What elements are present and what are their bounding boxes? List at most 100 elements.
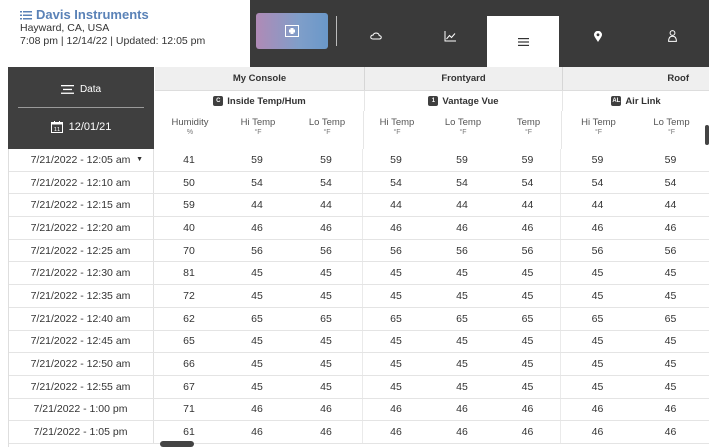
column-unit: % <box>186 129 194 136</box>
table-cell: 45 <box>390 380 402 393</box>
table-cell: 54 <box>664 176 677 189</box>
table-cell: 46 <box>390 403 402 416</box>
nav-tab-data[interactable] <box>487 16 559 67</box>
column-label: Hi Temp <box>581 117 616 128</box>
table-cell: 46 <box>251 403 263 416</box>
data-table-header: My Console Frontyard Roof C Inside Temp/… <box>155 67 709 149</box>
table-row[interactable]: 7/21/2022 - 12:15 am 59 44 44 44 44 44 44 44 <box>8 194 709 218</box>
table-cell: 56 <box>456 244 468 257</box>
column-header[interactable]: Hi Temp °F <box>562 111 635 149</box>
table-cell: 46 <box>591 426 604 439</box>
sort-caret-icon[interactable]: ▼ <box>136 156 143 163</box>
table-cell: 66 <box>183 358 195 371</box>
table-cell: 70 <box>183 244 195 257</box>
column-header[interactable]: Hi Temp °F <box>364 111 430 149</box>
table-cell: 46 <box>290 217 363 239</box>
column-label: Temp <box>516 117 541 128</box>
timestamp-text: 7/21/2022 - 12:10 am <box>30 176 131 189</box>
sensor-air-link: AL Air Link <box>563 91 709 111</box>
table-cell: 45 <box>664 289 677 302</box>
table-cell: 45 <box>456 267 468 280</box>
nav-tab-charts[interactable] <box>414 16 486 56</box>
nav-tab-weather-map[interactable] <box>256 13 328 49</box>
sensor-inside-temp-hum: C Inside Temp/Hum <box>155 91 365 111</box>
table-cell: 46 <box>664 221 677 234</box>
table-cell: 45 <box>591 289 604 302</box>
row-timestamp: 7/21/2022 - 12:45 am <box>8 330 154 353</box>
table-cell: 45 <box>495 375 561 398</box>
table-cell: 72 <box>183 289 195 302</box>
column-unit: °F <box>667 129 676 136</box>
table-cell: 59 <box>290 149 363 171</box>
table-cell: 56 <box>251 244 263 257</box>
table-row[interactable]: 7/21/2022 - 12:40 am 62 65 65 65 65 65 65 65 <box>8 307 709 331</box>
data-view-toggle[interactable]: Data <box>8 77 154 101</box>
horizontal-scrollbar[interactable] <box>160 441 194 447</box>
table-cell: 65 <box>664 312 677 325</box>
table-cell: 40 <box>183 221 195 234</box>
nav-tab-location[interactable] <box>562 16 634 56</box>
date-picker[interactable]: 11 12/01/21 <box>8 114 154 140</box>
table-cell: 45 <box>390 358 402 371</box>
table-cell: 46 <box>495 398 561 421</box>
column-label: Humidity <box>171 117 209 128</box>
row-timestamp: 7/21/2022 - 12:20 am <box>8 217 154 239</box>
table-cell: 45 <box>251 358 263 371</box>
table-cell: 65 <box>183 335 195 348</box>
column-header[interactable]: Humidity% <box>155 111 225 149</box>
timestamp-text: 7/21/2022 - 1:00 pm <box>33 403 128 416</box>
table-cell: 59 <box>495 149 561 171</box>
table-row[interactable]: 7/21/2022 - 12:20 am 40 46 46 46 46 46 46 46 <box>8 217 709 240</box>
sensor-chip: 1 <box>428 96 439 106</box>
table-cell: 59 <box>390 153 402 166</box>
timestamp-text: 7/21/2022 - 12:20 am <box>30 221 131 234</box>
group-roof: Roof <box>667 73 689 84</box>
table-row[interactable]: 7/21/2022 - 12:45 am 65 45 45 45 45 45 45 45 <box>8 330 709 354</box>
table-row[interactable]: 7/21/2022 - 12:25 am 70 56 56 56 56 56 56 56 <box>8 239 709 263</box>
column-header[interactable]: Hi Temp °F <box>225 111 291 149</box>
table-cell: 45 <box>591 267 604 280</box>
table-row[interactable]: 7/21/2022 - 12:05 am ▼ 41 59 59 59 59 59 59 59 <box>8 149 709 172</box>
table-cell: 46 <box>456 221 468 234</box>
table-row[interactable]: 7/21/2022 - 12:55 am 67 45 45 45 45 45 45 45 <box>8 375 709 399</box>
table-cell: 59 <box>251 153 263 166</box>
table-row[interactable]: 7/21/2022 - 12:50 am 66 45 45 45 45 45 45 45 <box>8 353 709 376</box>
table-cell: 45 <box>456 335 468 348</box>
column-header[interactable]: Lo Temp °F <box>430 111 496 149</box>
nav-tab-weather[interactable] <box>340 16 412 56</box>
table-row[interactable]: 7/21/2022 - 12:35 am 72 45 45 45 45 45 45 45 <box>8 285 709 308</box>
table-cell: 46 <box>456 403 468 416</box>
timestamp-text: 7/21/2022 - 12:15 am <box>30 199 131 212</box>
timestamp-text: 7/21/2022 - 1:05 pm <box>33 426 128 439</box>
table-cell: 50 <box>183 176 195 189</box>
table-cell: 65 <box>591 312 604 325</box>
table-row[interactable]: 7/21/2022 - 12:30 am 81 45 45 45 45 45 45 45 <box>8 262 709 286</box>
table-cell: 45 <box>495 353 561 375</box>
list-icon <box>517 37 529 46</box>
cloud-icon <box>370 32 382 40</box>
column-header[interactable]: Lo Temp °F <box>635 111 708 149</box>
selected-date: 12/01/21 <box>68 121 112 133</box>
nav-tab-account[interactable] <box>636 16 708 56</box>
row-timestamp: 7/21/2022 - 12:05 am ▼ <box>8 149 154 171</box>
table-row[interactable]: 7/21/2022 - 1:00 pm 71 46 46 46 46 46 46 46 <box>8 398 709 422</box>
station-info: Davis Instruments Hayward, CA, USA 7:08 … <box>0 0 250 67</box>
table-row[interactable]: 7/21/2022 - 1:05 pm 61 46 46 46 46 46 46 46 <box>8 421 709 444</box>
table-cell: 45 <box>390 289 402 302</box>
user-icon <box>667 30 677 42</box>
group-frontyard: Frontyard <box>365 67 563 90</box>
column-header[interactable]: Temp °F <box>496 111 562 149</box>
table-cell: 46 <box>251 221 263 234</box>
table-cell: 45 <box>664 267 677 280</box>
table-cell: 56 <box>591 244 604 257</box>
vertical-scrollbar[interactable] <box>705 125 709 145</box>
divider <box>18 107 144 108</box>
timestamp-text: 7/21/2022 - 12:40 am <box>30 312 131 325</box>
station-title-row[interactable]: Davis Instruments <box>20 8 250 22</box>
timestamp-text: 7/21/2022 - 12:45 am <box>30 335 131 348</box>
table-cell: 46 <box>456 426 468 439</box>
table-cell: 67 <box>183 380 195 393</box>
table-row[interactable]: 7/21/2022 - 12:10 am 50 54 54 54 54 54 54 54 <box>8 171 709 195</box>
column-header-row: Humidity% Hi Temp °F Lo Temp °F Hi Temp °F … <box>155 111 709 149</box>
column-header[interactable]: Lo Temp °F <box>291 111 364 149</box>
